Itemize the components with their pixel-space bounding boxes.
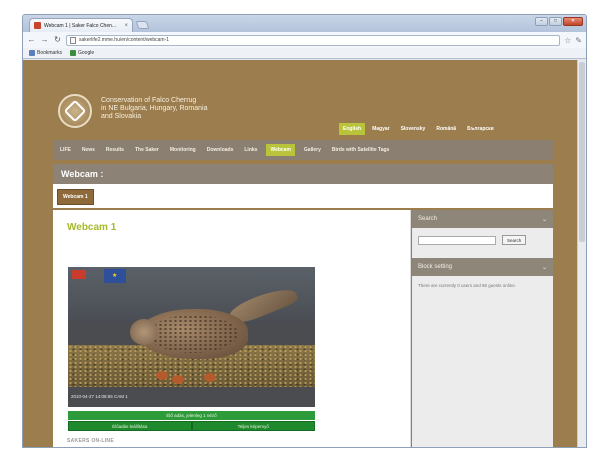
back-icon[interactable]: ←: [27, 35, 36, 45]
flag-icon: [72, 270, 86, 279]
close-window-button[interactable]: ✕: [563, 17, 583, 26]
site-logo[interactable]: [58, 94, 92, 128]
vertical-scrollbar[interactable]: [577, 60, 586, 447]
webcam-status: Élő adás, jelenleg 1 néző: [68, 411, 315, 420]
close-icon[interactable]: ×: [124, 23, 128, 29]
bookmark-label: Bookmarks: [37, 50, 63, 56]
star-icon: ★: [112, 273, 118, 279]
star-icon[interactable]: ☆: [564, 36, 571, 45]
search-block-title: Search: [418, 216, 438, 222]
online-block-header[interactable]: Block setting ⌄: [412, 258, 553, 276]
lang-english[interactable]: English: [339, 123, 366, 135]
webcam-controls: Élőadás leállítása Teljes képernyő: [68, 421, 315, 431]
section-caption: SAKERS ON-LINE: [67, 438, 114, 444]
nav-news[interactable]: News: [80, 144, 97, 156]
nav-links[interactable]: Links: [242, 144, 259, 156]
chevron-down-icon[interactable]: ⌄: [542, 264, 547, 271]
search-button[interactable]: Search: [502, 235, 527, 245]
bookmark-icon: [29, 50, 35, 56]
webcam-timestamp: 2010-04-27 14:08:55 CAM 1: [71, 394, 128, 399]
favicon-icon: [34, 22, 41, 29]
new-tab-button[interactable]: [135, 21, 150, 29]
url-text: sakerlife2.mme.hu/en/content/webcam-1: [79, 37, 170, 43]
site-title: Conservation of Falco Cherrug in NE Bulg…: [101, 97, 271, 121]
nav-life[interactable]: LIFE: [58, 144, 73, 156]
lang-slovensky[interactable]: Slovensky: [397, 123, 430, 135]
lang-romana[interactable]: Română: [432, 123, 460, 135]
lang-magyar[interactable]: Magyar: [368, 123, 394, 135]
maximize-button[interactable]: □: [549, 17, 562, 26]
browser-toolbar: ← → ↻ sakerlife2.mme.hu/en/content/webca…: [23, 32, 586, 48]
egg: [156, 371, 168, 380]
forward-icon[interactable]: →: [40, 35, 49, 45]
wrench-icon[interactable]: ✎: [575, 36, 582, 45]
nav-webcam[interactable]: Webcam: [266, 144, 295, 156]
search-input[interactable]: [418, 235, 496, 245]
search-row: Search: [418, 235, 547, 245]
chevron-down-icon[interactable]: ⌄: [542, 216, 547, 223]
nav-gallery[interactable]: Gallery: [302, 144, 323, 156]
page-title: Webcam 1: [67, 222, 117, 233]
nav-the-saker[interactable]: The Saker: [133, 144, 161, 156]
section-heading-band: Webcam :: [53, 164, 553, 184]
section-heading: Webcam :: [61, 169, 104, 179]
online-users-text: There are currently 0 users and 86 guest…: [418, 283, 517, 288]
browser-tab[interactable]: Webcam 1 | Saker Falco Chen... ×: [29, 18, 133, 32]
window-controls: – □ ✕: [535, 17, 583, 26]
site-title-line: Conservation of Falco Cherrug: [101, 97, 197, 104]
online-block: There are currently 0 users and 86 guest…: [412, 276, 553, 296]
egg: [172, 375, 184, 384]
reload-icon[interactable]: ↻: [53, 35, 62, 45]
bookmarks-bar: Bookmarks Google: [23, 48, 586, 59]
online-block-title: Block setting: [418, 264, 453, 270]
page-viewport: Conservation of Falco Cherrug in NE Bulg…: [23, 60, 586, 447]
webcam-stream[interactable]: ★ 2010-04-27 14:08:55 CAM 1: [68, 267, 315, 407]
sidebar: Search ⌄ Search Block setting ⌄ There ar…: [412, 210, 553, 447]
sub-nav: Webcam 1: [53, 184, 553, 208]
main-content: Webcam 1 ★ 2010-04-27 14:08:55 CAM 1 Élő…: [53, 210, 411, 447]
eu-flag-icon: ★: [104, 269, 126, 283]
nav-results[interactable]: Results: [104, 144, 126, 156]
egg: [204, 373, 216, 382]
nav-downloads[interactable]: Downloads: [205, 144, 236, 156]
bookmark-label: Google: [78, 50, 95, 56]
address-bar[interactable]: sakerlife2.mme.hu/en/content/webcam-1: [66, 34, 561, 46]
bookmark-item[interactable]: Bookmarks: [29, 50, 62, 56]
nav-birds-satellite[interactable]: Birds with Satellite Tags: [330, 144, 391, 156]
falcon-head: [130, 319, 158, 345]
lang-bulgarian[interactable]: Български: [463, 123, 498, 135]
scrollbar-thumb[interactable]: [579, 62, 585, 242]
browser-window: Webcam 1 | Saker Falco Chen... × – □ ✕ ←…: [22, 14, 587, 448]
nav-monitoring[interactable]: Monitoring: [168, 144, 198, 156]
falcon-plumage: [148, 315, 238, 353]
falcon-emblem-icon: [63, 99, 87, 123]
search-block: Search: [412, 228, 553, 252]
site-title-line: in NE Bulgaria, Hungary, Romania: [101, 105, 208, 112]
bookmark-item[interactable]: Google: [70, 50, 94, 56]
search-block-header[interactable]: Search ⌄: [412, 210, 553, 228]
tab-title: Webcam 1 | Saker Falco Chen...: [44, 22, 117, 29]
site-container: Conservation of Falco Cherrug in NE Bulg…: [53, 60, 553, 447]
browser-titlebar: Webcam 1 | Saker Falco Chen... × – □ ✕: [23, 15, 586, 32]
language-switcher: English Magyar Slovensky Română Българск…: [339, 123, 498, 135]
subnav-webcam-1[interactable]: Webcam 1: [57, 189, 94, 205]
fullscreen-button[interactable]: Teljes képernyő: [191, 421, 315, 431]
page-icon: [70, 36, 76, 44]
stop-stream-button[interactable]: Élőadás leállítása: [68, 421, 192, 431]
site-title-line: and Slovakia: [101, 113, 142, 120]
google-icon: [70, 50, 77, 56]
minimize-button[interactable]: –: [535, 17, 548, 26]
main-nav: LIFE News Results The Saker Monitoring D…: [53, 140, 553, 160]
